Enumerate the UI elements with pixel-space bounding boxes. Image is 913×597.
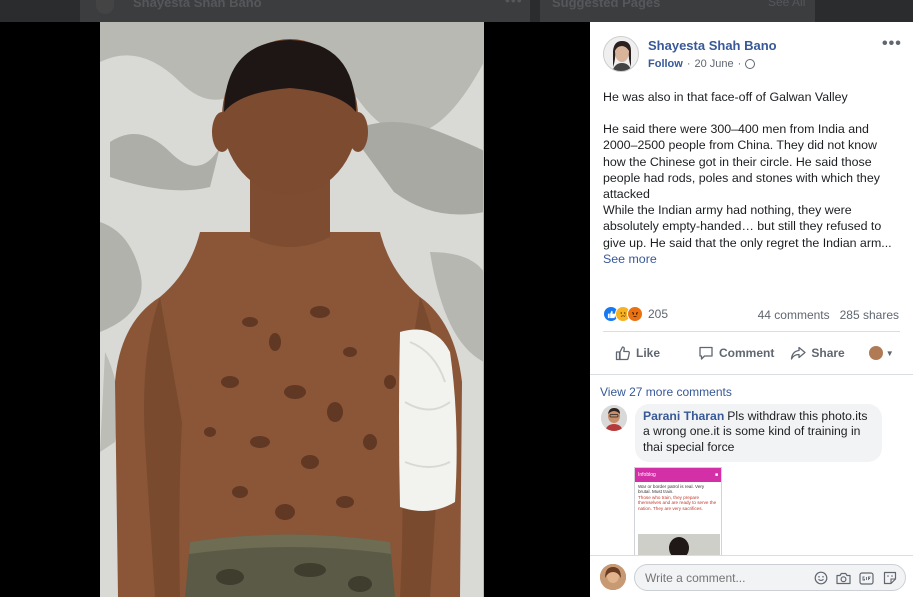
post-text: He was also in that face-off of Galwan V… <box>603 89 903 267</box>
attachment-line: War or border patrol is real. Very bruta… <box>638 484 705 495</box>
commenter-avatar-image <box>601 405 627 431</box>
emoji-icon[interactable] <box>813 571 828 585</box>
angry-reaction-icon <box>627 306 643 322</box>
commenter-avatar[interactable] <box>601 405 627 431</box>
meta-separator: · <box>737 58 742 70</box>
background-more-icon: ••• <box>505 0 523 8</box>
thumbs-up-icon <box>615 346 630 361</box>
post-paragraph: While the Indian army had nothing, they … <box>603 202 903 267</box>
comment-composer <box>590 555 913 597</box>
comment-button[interactable]: Comment <box>698 345 774 361</box>
user-avatar-image <box>600 564 626 590</box>
share-button[interactable]: Share <box>790 345 845 361</box>
post-photo[interactable] <box>100 22 484 597</box>
comment-as-selector[interactable]: ▼ <box>868 346 894 360</box>
reaction-count: 205 <box>648 307 669 321</box>
share-label: Share <box>811 346 845 360</box>
divider <box>603 331 900 332</box>
globe-icon <box>745 59 756 69</box>
post-paragraph-text: While the Indian army had nothing, they … <box>603 203 892 250</box>
comment-icon <box>699 346 713 360</box>
post-author-name[interactable]: Shayesta Shah Bano <box>648 38 777 53</box>
view-more-comments-link[interactable]: View 27 more comments <box>600 385 732 399</box>
commenter-name[interactable]: Parani Tharan <box>643 409 724 423</box>
comments-count[interactable]: 44 comments <box>758 308 830 322</box>
attachment-text: War or border patrol is real. Very bruta… <box>635 482 721 513</box>
post-date[interactable]: 20 June <box>695 58 734 70</box>
user-avatar <box>868 346 883 360</box>
post-meta: Follow · 20 June · <box>648 58 756 70</box>
photo-illustration <box>100 22 483 597</box>
post-detail-panel: Shayesta Shah Bano Follow · 20 June · ••… <box>590 22 913 597</box>
attachment-line: Those who train, they prepare themselves… <box>638 494 717 511</box>
attachment-header-icon: ■ <box>714 472 718 478</box>
engagement-counts: 44 comments 285 shares <box>758 308 899 322</box>
see-more-link[interactable]: See more <box>603 252 657 266</box>
comment-label: Comment <box>719 346 775 360</box>
user-avatar[interactable] <box>600 564 626 590</box>
attachment-header-label: Infoblog <box>638 472 656 478</box>
divider <box>590 374 913 375</box>
post-paragraph: He said there were 300–400 men from Indi… <box>603 122 880 202</box>
camera-icon[interactable] <box>836 571 851 585</box>
chevron-down-icon: ▼ <box>885 348 894 358</box>
like-button[interactable]: Like <box>615 345 660 361</box>
background-suggested-title: Suggested Pages <box>552 0 661 10</box>
author-avatar[interactable] <box>603 36 639 72</box>
post-paragraph: He was also in that face-off of Galwan V… <box>603 90 848 104</box>
reactions-summary[interactable]: 205 <box>603 306 668 322</box>
follow-link[interactable]: Follow <box>648 58 683 70</box>
like-label: Like <box>636 346 661 360</box>
background-author: Shayesta Shah Bano <box>133 0 262 10</box>
shares-count[interactable]: 285 shares <box>840 308 899 322</box>
composer-icons <box>813 571 897 585</box>
background-see-all: See All <box>768 0 806 9</box>
gif-icon[interactable] <box>859 571 874 585</box>
comment-bubble: Parani Tharan Pls withdraw this photo.its… <box>635 404 882 462</box>
sticker-icon[interactable] <box>882 571 897 585</box>
share-icon <box>791 346 807 360</box>
more-options-icon[interactable]: ••• <box>882 35 902 53</box>
meta-separator: · <box>686 58 691 70</box>
attachment-header: Infoblog ■ <box>635 468 721 482</box>
author-avatar-image <box>604 37 638 71</box>
post-actions: Like Comment Share ▼ <box>603 340 903 366</box>
